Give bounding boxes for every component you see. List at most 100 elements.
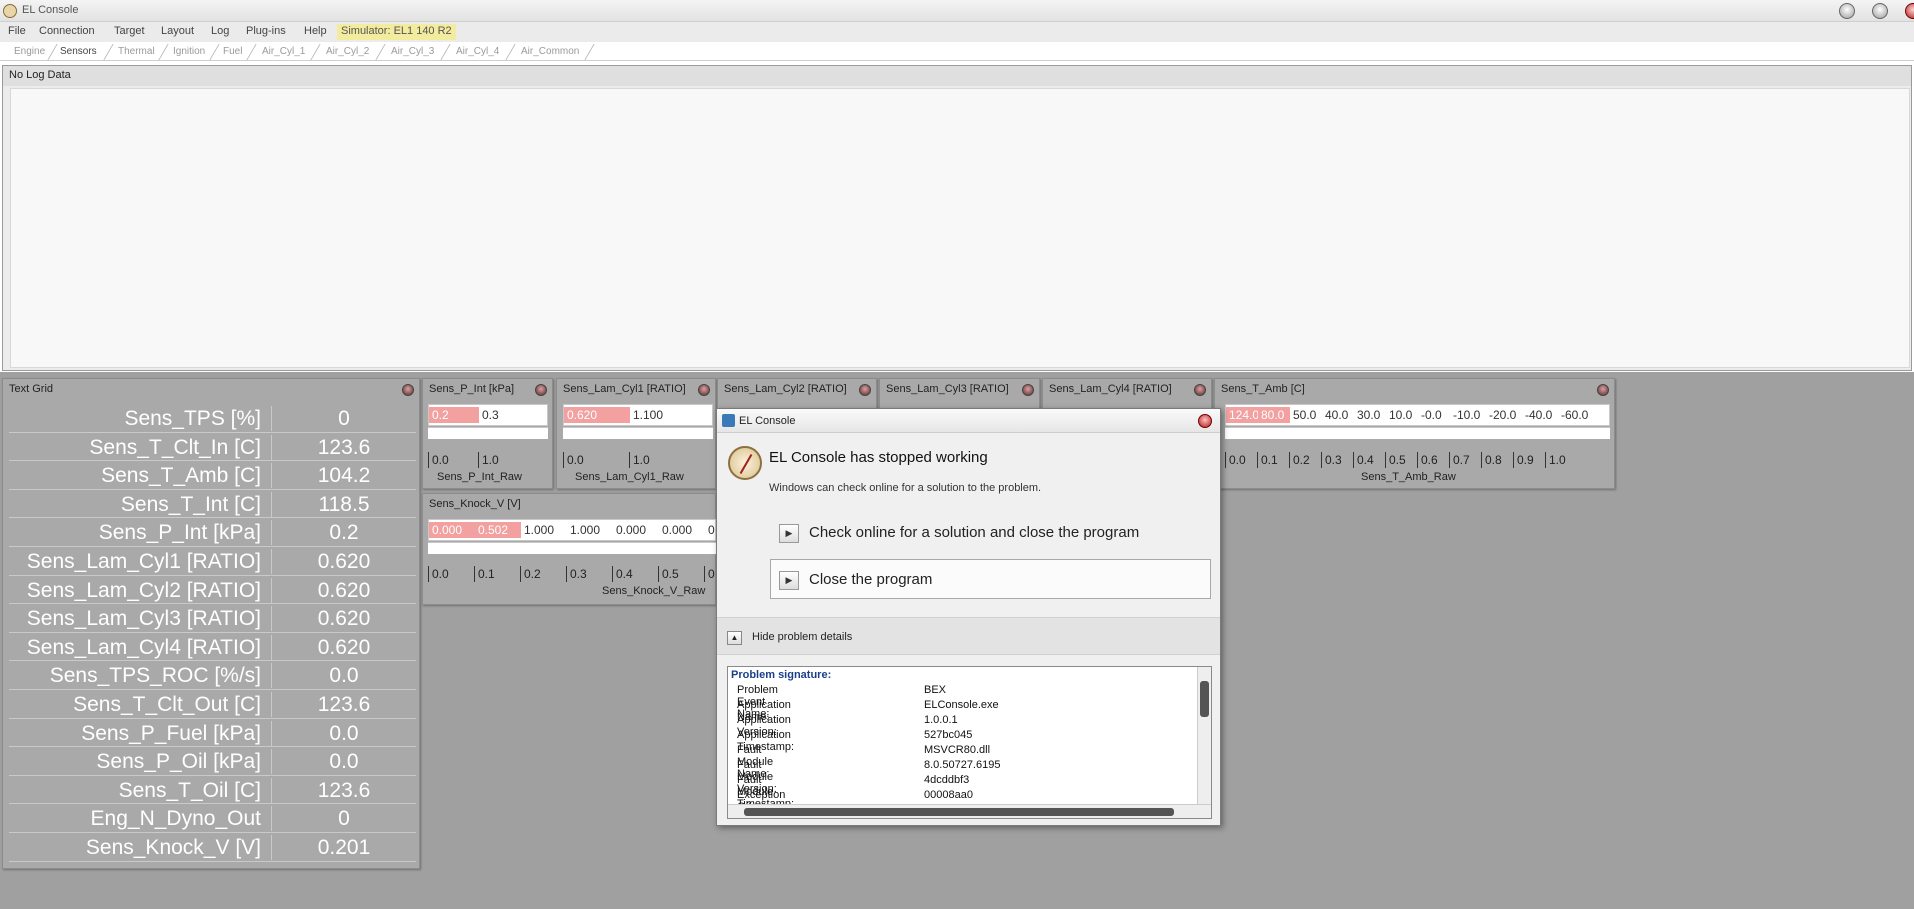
close-program-option[interactable]: ▶ Close the program [770, 559, 1211, 599]
axis-tick: 0.6 [1417, 452, 1438, 468]
panel-close-icon[interactable] [402, 384, 414, 396]
axis-tick: 0.2 [520, 566, 541, 582]
map-cell[interactable]: -60.0 [1558, 407, 1594, 423]
horizontal-scrollbar[interactable] [728, 804, 1211, 818]
tab-fuel[interactable]: Fuel [223, 46, 242, 57]
dialog-close-button[interactable] [1198, 414, 1212, 428]
map-cell[interactable]: 40.0 [1322, 407, 1354, 423]
close-window-button[interactable] [1905, 3, 1914, 19]
tab-ignition[interactable]: Ignition [173, 46, 205, 57]
map-cells[interactable]: 124.0 80.0 50.0 40.0 30.0 10.0 -0.0 -10.… [1225, 404, 1610, 426]
map-cell[interactable]: 0.3 [479, 407, 529, 423]
tab-separator [209, 44, 220, 60]
panel-close-icon[interactable] [1022, 384, 1034, 396]
menu-plugins[interactable]: Plug-ins [246, 25, 286, 37]
map-scrollbar[interactable] [563, 427, 713, 439]
map-cell[interactable]: 50.0 [1290, 407, 1322, 423]
axis-tick: 0.4 [1353, 452, 1374, 468]
tab-separator [440, 44, 451, 60]
arrow-right-icon: ▶ [779, 571, 799, 590]
tab-air-cyl-2[interactable]: Air_Cyl_2 [326, 46, 369, 57]
scroll-thumb[interactable] [744, 808, 1174, 816]
map-cell[interactable]: 1.000 [567, 522, 613, 538]
map-scrollbar[interactable] [1225, 427, 1610, 439]
panel-title: Sens_Lam_Cyl4 [RATIO] [1049, 383, 1172, 395]
text-grid: Sens_TPS [%] 0 Sens_T_Clt_In [C] 123.6 Sen… [9, 404, 416, 862]
map-cell[interactable]: -20.0 [1486, 407, 1522, 423]
panel-close-icon[interactable] [1194, 384, 1206, 396]
menu-file[interactable]: File [8, 25, 26, 37]
axis-tick: 0.3 [1321, 452, 1342, 468]
hide-details-link[interactable]: Hide problem details [752, 631, 852, 643]
panel-close-icon[interactable] [1597, 384, 1609, 396]
panel-close-icon[interactable] [535, 384, 547, 396]
map-cell[interactable]: 30.0 [1354, 407, 1386, 423]
tab-air-cyl-4[interactable]: Air_Cyl_4 [456, 46, 499, 57]
map-cell[interactable]: 10.0 [1386, 407, 1418, 423]
check-online-option[interactable]: ▶ Check online for a solution and close … [770, 512, 1211, 552]
map-scrollbar[interactable] [428, 427, 548, 439]
simulator-badge[interactable]: Simulator: EL1 140 R2 [337, 24, 456, 40]
chevron-up-icon[interactable]: ▲ [727, 631, 742, 645]
axis-tick: 0.0 [428, 566, 449, 582]
axis-tick: 0.8 [1481, 452, 1502, 468]
raw-axis-label: Sens_Knock_V_Raw [602, 585, 706, 597]
crash-dialog: EL Console EL Console has stopped workin… [716, 408, 1221, 826]
tab-separator [158, 44, 169, 60]
axis-tick: 0.5 [1385, 452, 1406, 468]
tab-air-cyl-1[interactable]: Air_Cyl_1 [262, 46, 305, 57]
panel-close-icon[interactable] [859, 384, 871, 396]
map-cell[interactable]: 80.0 [1258, 407, 1290, 423]
minimize-button[interactable] [1839, 3, 1855, 19]
map-cells[interactable]: 0.000 0.502 1.000 1.000 0.000 0.000 0 [428, 519, 716, 541]
map-cell[interactable]: 0.000 [613, 522, 659, 538]
vertical-scrollbar[interactable] [1197, 667, 1211, 804]
map-cell[interactable]: 0.502 [475, 522, 521, 538]
map-cells[interactable]: 0.620 1.100 [563, 404, 713, 426]
signature-value: BEX [924, 684, 947, 696]
signature-value: 00008aa0 [924, 789, 973, 801]
map-cell[interactable]: 124.0 [1226, 407, 1259, 423]
map-scrollbar[interactable] [428, 542, 716, 554]
maximize-button[interactable] [1872, 3, 1888, 19]
map-cell[interactable]: 0.000 [429, 522, 475, 538]
map-cells[interactable]: 0.2 0.3 [428, 404, 548, 426]
tab-thermal[interactable]: Thermal [118, 46, 155, 57]
app-window: EL Console File Connection Target Layout… [0, 0, 1914, 909]
raw-axis-label: Sens_Lam_Cyl1_Raw [575, 471, 684, 483]
menu-connection[interactable]: Connection [39, 25, 95, 37]
grid-value: 0.2 [271, 520, 416, 546]
compass-icon [728, 446, 762, 480]
panel-close-icon[interactable] [698, 384, 710, 396]
map-cell[interactable]: 0.2 [429, 407, 479, 423]
menu-help[interactable]: Help [304, 25, 327, 37]
tab-sensors[interactable]: Sensors [60, 46, 97, 57]
grid-row: Sens_T_Amb [C] 104.2 [9, 461, 416, 490]
tab-engine[interactable]: Engine [14, 46, 45, 57]
grid-value: 0.620 [271, 548, 416, 574]
tab-air-cyl-3[interactable]: Air_Cyl_3 [391, 46, 434, 57]
log-plot-area[interactable] [10, 88, 1910, 368]
grid-row: Sens_P_Oil [kPa] 0.0 [9, 747, 416, 776]
menu-layout[interactable]: Layout [161, 25, 194, 37]
map-cell[interactable]: 1.000 [521, 522, 567, 538]
problem-signature-box[interactable]: Problem signature: Problem Event Name: BE… [727, 666, 1212, 819]
menu-target[interactable]: Target [114, 25, 145, 37]
axis-tick: 0.0 [1225, 452, 1246, 468]
signature-value: ELConsole.exe [924, 699, 999, 711]
signature-value: MSVCR80.dll [924, 744, 991, 756]
axis-tick: 0.7 [1449, 452, 1470, 468]
axis-tick: 0.1 [474, 566, 495, 582]
map-cell[interactable]: -10.0 [1450, 407, 1486, 423]
map-cell[interactable]: 0.000 [659, 522, 705, 538]
check-online-label: Check online for a solution and close th… [809, 524, 1140, 541]
map-cell[interactable]: 1.100 [630, 407, 696, 423]
menu-log[interactable]: Log [211, 25, 229, 37]
map-cell[interactable]: -0.0 [1418, 407, 1450, 423]
map-cell[interactable]: -40.0 [1522, 407, 1558, 423]
scroll-thumb[interactable] [1200, 681, 1209, 717]
tab-air-common[interactable]: Air_Common [521, 46, 579, 57]
grid-value: 0 [271, 806, 416, 832]
map-cell[interactable]: 0.620 [564, 407, 630, 423]
dialog-title-bar: EL Console [717, 409, 1220, 433]
